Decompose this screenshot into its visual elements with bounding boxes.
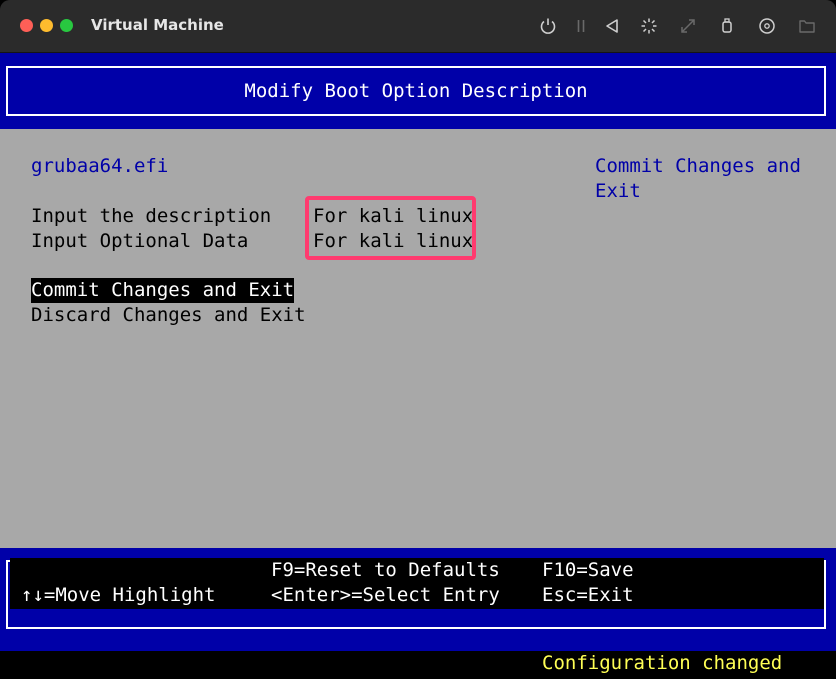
help-text-line-2: Exit (595, 180, 641, 202)
resize-icon[interactable] (676, 14, 700, 38)
bios-header: Modify Boot Option Description (0, 53, 836, 129)
back-icon[interactable] (600, 14, 624, 38)
description-label: Input the description (31, 205, 272, 227)
sparkle-icon[interactable] (637, 14, 661, 38)
close-window-button[interactable] (20, 19, 33, 32)
boot-file-name: grubaa64.efi (31, 155, 169, 177)
key-help-panel: F9=Reset to Defaults F10=Save ↑↓=Move Hi… (10, 558, 824, 609)
discard-changes-option[interactable]: Discard Changes and Exit (31, 303, 306, 328)
power-icon[interactable] (536, 14, 560, 38)
save-hint: F10=Save (542, 559, 634, 581)
window-title: Virtual Machine (91, 16, 224, 34)
folder-icon[interactable] (795, 14, 819, 38)
help-text-line-1: Commit Changes and (595, 155, 801, 177)
header-frame: Modify Boot Option Description (6, 66, 826, 116)
bios-screen: Modify Boot Option Description grubaa64.… (0, 53, 836, 679)
status-message: Configuration changed (542, 652, 783, 674)
pause-icon[interactable] (569, 14, 593, 38)
disc-icon[interactable] (755, 14, 779, 38)
minimize-window-button[interactable] (40, 19, 53, 32)
title-bar: Virtual Machine (0, 0, 836, 53)
select-entry-hint: <Enter>=Select Entry (271, 584, 500, 606)
optional-data-label: Input Optional Data (31, 230, 249, 252)
move-highlight-hint: ↑↓=Move Highlight (21, 584, 216, 606)
vm-window: Virtual Machine Modify Boot Option Descr… (0, 0, 836, 679)
exit-hint: Esc=Exit (542, 584, 634, 606)
reset-defaults-hint: F9=Reset to Defaults (271, 559, 500, 581)
usb-icon[interactable] (715, 14, 739, 38)
maximize-window-button[interactable] (60, 19, 73, 32)
page-title: Modify Boot Option Description (244, 80, 588, 102)
footer-band: F9=Reset to Defaults F10=Save ↑↓=Move Hi… (0, 548, 836, 651)
annotation-highlight-box (305, 196, 476, 260)
commit-changes-option[interactable]: Commit Changes and Exit (31, 278, 295, 303)
status-bar: Configuration changed (0, 651, 836, 679)
